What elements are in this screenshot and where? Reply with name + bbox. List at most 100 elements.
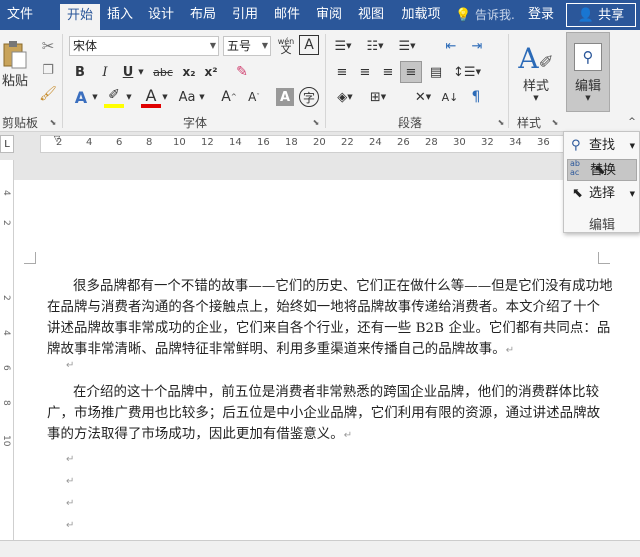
- clipboard-launcher-icon[interactable]: ⬊: [47, 116, 59, 128]
- chinese-layout-icon[interactable]: ✕ ▼: [410, 87, 436, 107]
- character-border-button[interactable]: A: [299, 35, 319, 55]
- crop-mark: [24, 252, 36, 264]
- tab-mailings[interactable]: 邮件: [269, 0, 305, 30]
- chevron-down-icon[interactable]: ▼: [91, 86, 99, 108]
- styles-launcher-icon[interactable]: ⬊: [549, 116, 561, 128]
- copy-icon[interactable]: ❐: [38, 60, 58, 80]
- font-launcher-icon[interactable]: ⬊: [310, 116, 322, 128]
- document-page[interactable]: 很多品牌都有一个不错的故事——它们的历史、它们正在做什么等——但是它们没有成功地…: [14, 180, 640, 540]
- menu-bar: 文件 开始 插入 设计 布局 引用 邮件 审阅 视图 加载项 💡 告诉我. 登录…: [0, 0, 640, 30]
- font-size-select[interactable]: 五号 ▼: [223, 36, 271, 56]
- distributed-icon[interactable]: ▤: [426, 62, 446, 82]
- tab-view[interactable]: 视图: [353, 0, 389, 30]
- multilevel-list-icon[interactable]: ☰ ▼: [394, 36, 420, 56]
- show-marks-icon[interactable]: ¶: [466, 87, 486, 107]
- tab-addins[interactable]: 加载项: [395, 0, 447, 30]
- find-button[interactable]: ⚲ 查找 ▼: [567, 135, 637, 157]
- ruler-number: 32: [481, 137, 494, 148]
- paste-button[interactable]: 粘贴: [0, 34, 30, 94]
- paragraph-2[interactable]: 在介绍的这十个品牌中，前五位是消费者非常熟悉的跨国企业品牌，他们的消费群体比较广…: [47, 382, 613, 446]
- ruler-number: 6: [116, 137, 123, 148]
- paragraph-launcher-icon[interactable]: ⬊: [495, 116, 507, 128]
- increase-indent-icon[interactable]: ⇥: [466, 36, 488, 56]
- align-left-icon[interactable]: ≡: [332, 62, 352, 82]
- format-painter-icon[interactable]: 🖌: [38, 84, 58, 104]
- chevron-down-icon: ▼: [585, 93, 591, 102]
- justify-icon[interactable]: ≡: [400, 61, 422, 83]
- ruler-number: 8: [146, 137, 153, 148]
- paragraph-group-label: 段落: [397, 116, 422, 130]
- superscript-button[interactable]: x²: [202, 62, 220, 82]
- chevron-down-icon: ▼: [209, 41, 216, 50]
- tab-references[interactable]: 引用: [227, 0, 263, 30]
- line-spacing-icon[interactable]: ↕☰ ▼: [453, 62, 481, 82]
- enclose-characters-icon[interactable]: 字: [299, 87, 319, 107]
- borders-icon[interactable]: ⊞ ▼: [365, 87, 391, 107]
- tell-me-box[interactable]: 💡 告诉我.: [455, 0, 515, 30]
- styles-group-label: 样式: [516, 116, 541, 130]
- highlight-color-button[interactable]: ✐: [104, 86, 124, 108]
- share-button[interactable]: 👤 共享: [566, 3, 636, 27]
- sort-icon[interactable]: A↓: [440, 87, 460, 107]
- paragraph-2-text: 在介绍的这十个品牌中，前五位是消费者非常熟悉的跨国企业品牌，他们的消费群体比较广…: [47, 385, 601, 442]
- ruler-number: 30: [453, 137, 466, 148]
- change-case-button[interactable]: Aa: [176, 86, 198, 108]
- select-button[interactable]: ⬉ 选择 ▼: [567, 183, 637, 205]
- replace-icon: ab ac: [570, 159, 580, 177]
- shading-icon[interactable]: ◈ ▼: [332, 87, 358, 107]
- italic-button[interactable]: I: [96, 62, 114, 82]
- person-icon: 👤: [577, 8, 595, 23]
- paragraph-mark: ↵: [66, 498, 75, 509]
- share-label: 共享: [598, 8, 625, 23]
- collapse-ribbon-icon[interactable]: ^: [626, 116, 638, 128]
- tab-home[interactable]: 开始: [60, 4, 100, 30]
- text-effects-button[interactable]: A: [71, 86, 91, 108]
- pinyin-guide-button[interactable]: wén 文: [275, 35, 297, 57]
- status-bar: [0, 540, 640, 557]
- styles-button[interactable]: A✐ 样式 ▼: [512, 34, 560, 110]
- ruler-number: 16: [257, 137, 270, 148]
- chevron-down-icon[interactable]: ▼: [137, 62, 145, 82]
- bold-button[interactable]: B: [71, 62, 89, 82]
- font-color-button[interactable]: A: [141, 86, 161, 108]
- tab-insert[interactable]: 插入: [102, 0, 138, 30]
- select-label: 选择: [589, 186, 616, 201]
- align-right-icon[interactable]: ≡: [378, 62, 398, 82]
- sign-in-link[interactable]: 登录: [528, 0, 554, 30]
- shrink-font-icon[interactable]: Aˇ: [244, 86, 264, 108]
- numbering-icon[interactable]: ☷ ▼: [362, 36, 388, 56]
- chevron-down-icon[interactable]: ▼: [161, 86, 169, 108]
- align-center-icon[interactable]: ≡: [355, 62, 375, 82]
- decrease-indent-icon[interactable]: ⇤: [440, 36, 462, 56]
- subscript-button[interactable]: x₂: [180, 62, 198, 82]
- paragraph-1[interactable]: 很多品牌都有一个不错的故事——它们的历史、它们正在做什么等——但是它们没有成功地…: [47, 276, 613, 361]
- tab-design[interactable]: 设计: [143, 0, 179, 30]
- styles-label: 样式: [522, 79, 549, 94]
- bullets-icon[interactable]: ☰ ▼: [330, 36, 356, 56]
- tab-selector-icon[interactable]: L: [0, 135, 14, 153]
- paragraph-mark: ↵: [66, 454, 75, 465]
- crop-mark: [598, 252, 610, 264]
- chevron-down-icon[interactable]: ▼: [125, 86, 133, 108]
- ruler-number: 28: [425, 137, 438, 148]
- font-name-select[interactable]: 宋体 ▼: [69, 36, 219, 56]
- cut-icon[interactable]: ✂: [38, 36, 58, 56]
- paragraph-1-text: 很多品牌都有一个不错的故事——它们的历史、它们正在做什么等——但是它们没有成功地…: [47, 279, 613, 357]
- editing-button[interactable]: ⚲ 编辑 ▼: [566, 32, 610, 112]
- strikethrough-button[interactable]: abc: [151, 62, 175, 82]
- chevron-down-icon[interactable]: ▼: [198, 86, 206, 108]
- tab-layout[interactable]: 布局: [185, 0, 221, 30]
- lightbulb-icon: 💡: [455, 8, 472, 23]
- replace-button[interactable]: ab ac 替换 ⬉: [567, 159, 637, 181]
- ruler-number: 20: [313, 137, 326, 148]
- tab-review[interactable]: 审阅: [311, 0, 347, 30]
- tab-file[interactable]: 文件: [0, 0, 40, 30]
- character-shading-button[interactable]: A: [276, 88, 294, 106]
- search-icon: ⚲: [571, 138, 581, 153]
- underline-button[interactable]: U: [119, 62, 137, 82]
- clipboard-group-label: 剪贴板: [1, 116, 38, 130]
- ruler-number: 2: [1, 295, 11, 301]
- clear-formatting-icon[interactable]: ✎: [232, 62, 252, 82]
- grow-font-icon[interactable]: A ^: [219, 86, 239, 108]
- ruler-number: 12: [201, 137, 214, 148]
